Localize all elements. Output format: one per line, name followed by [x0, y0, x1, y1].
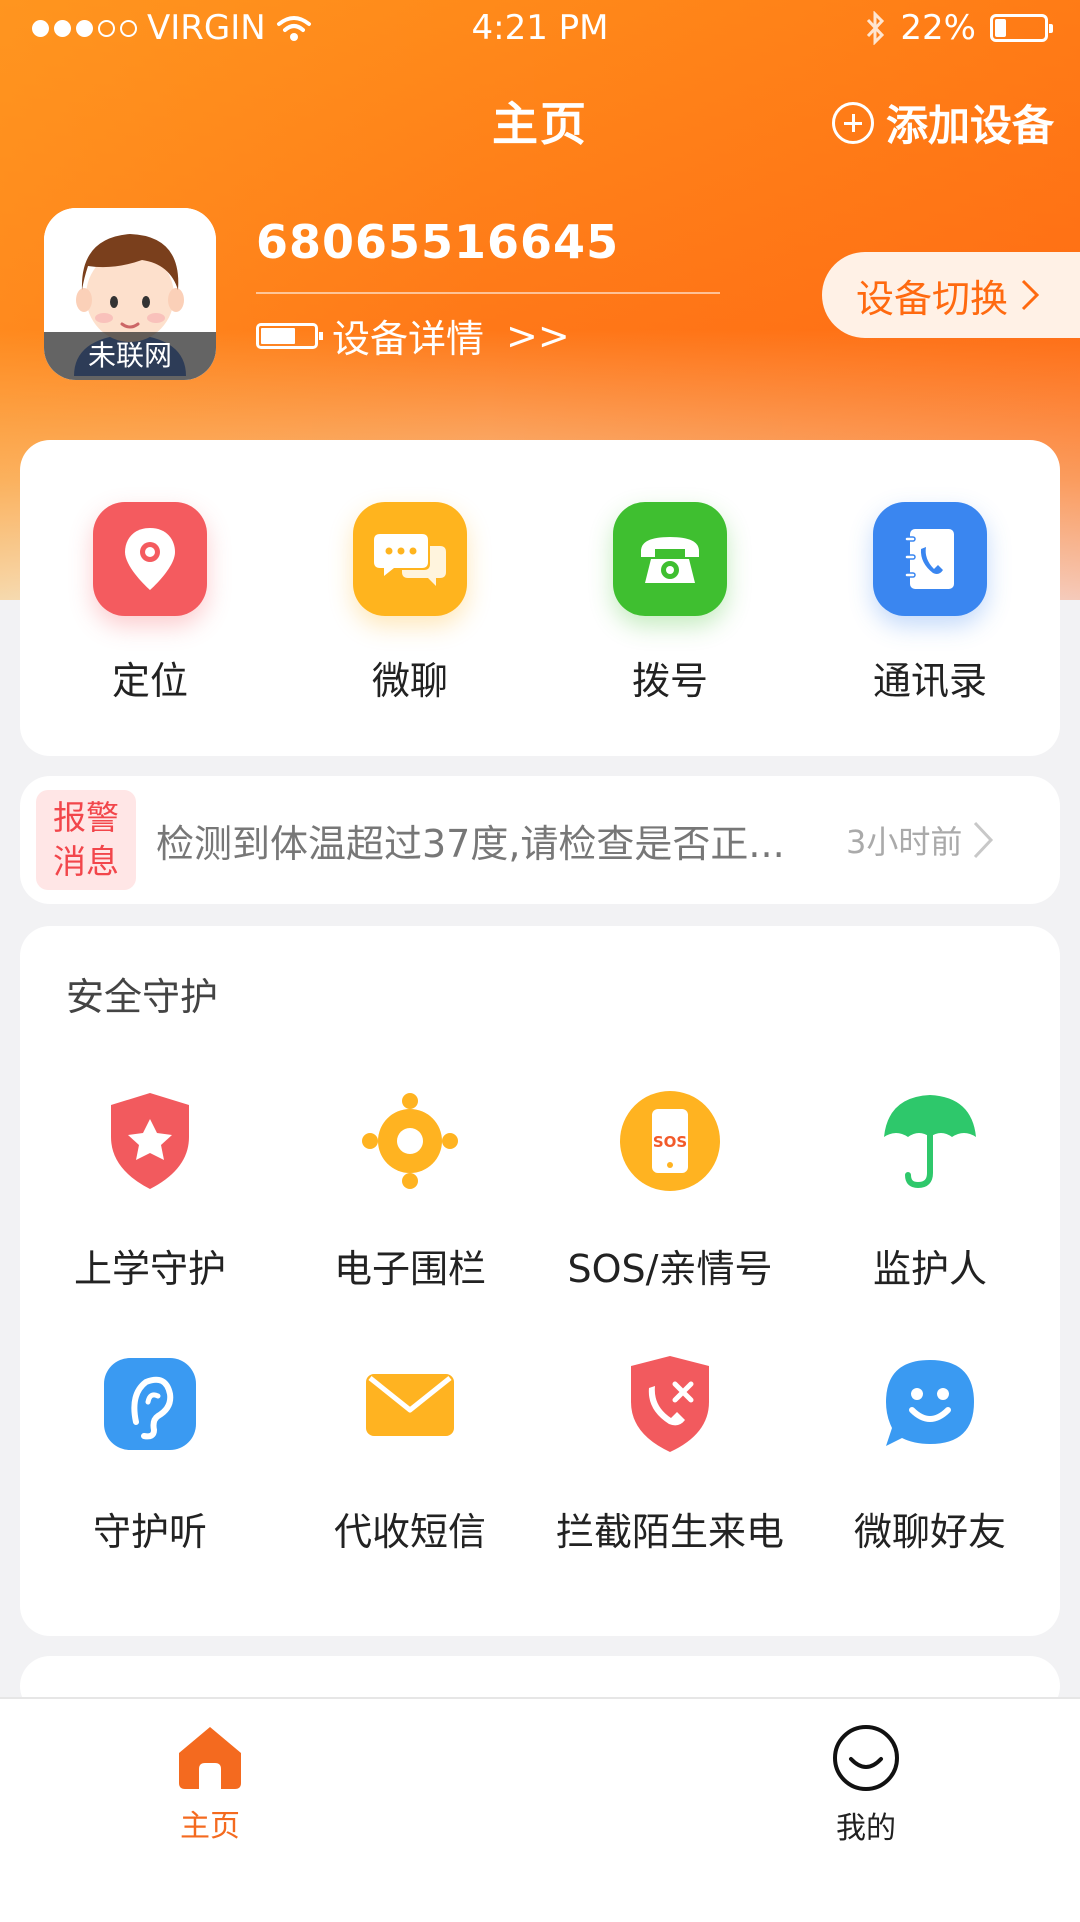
device-switch-button[interactable]: 设备切换 [822, 252, 1080, 338]
fence-target-icon [355, 1086, 465, 1196]
feature-label: 监护人 [872, 1247, 987, 1291]
alert-message-row[interactable]: 报警消息 检测到体温超过37度,请检查是否正... 3小时前 [20, 776, 1060, 904]
feature-guardian[interactable]: 监护人 [800, 1086, 1060, 1293]
feature-label: 代收短信 [333, 1510, 486, 1554]
home-icon [179, 1727, 241, 1789]
feature-electronic-fence[interactable]: 电子围栏 [280, 1086, 540, 1293]
bottom-tab-bar: 主页 我的 [0, 1697, 1080, 1922]
battery-percent: 22% [900, 8, 976, 48]
feature-label: 拦截陌生来电 [555, 1510, 784, 1554]
add-device-label: 添加设备 [885, 101, 1054, 150]
shield-star-icon [95, 1086, 205, 1196]
device-battery-icon [256, 322, 323, 349]
double-chevron-icon: >> [506, 313, 570, 358]
location-pin-icon [93, 502, 207, 616]
feature-label: SOS/亲情号 [567, 1247, 773, 1291]
device-battery-fill [261, 327, 295, 344]
umbrella-icon [875, 1086, 985, 1196]
tab-mine[interactable]: 我的 [786, 1723, 946, 1847]
feature-school-guard[interactable]: 上学守护 [20, 1086, 280, 1293]
chat-bubbles-icon [353, 502, 467, 616]
smiley-face-icon [833, 1725, 899, 1791]
bluetooth-icon [867, 11, 885, 45]
safety-guard-card: 安全守护 上学守护 电子围栏 SOS SOS/亲情号 监护人 守护听 代收短信 … [20, 926, 1060, 1636]
alert-message-text: 检测到体温超过37度,请检查是否正... [156, 821, 785, 866]
battery-icon [990, 14, 1053, 42]
call-block-shield-icon [615, 1349, 725, 1459]
chevron-right-icon [974, 821, 994, 859]
quick-actions-card: 定位 微聊 拨号 通讯录 [20, 440, 1060, 756]
feature-label: 守护听 [92, 1510, 207, 1554]
device-number: 68065516645 [256, 215, 620, 269]
alert-time: 3小时前 [846, 823, 963, 861]
safety-feature-grid: 上学守护 电子围栏 SOS SOS/亲情号 监护人 守护听 代收短信 拦截陌生来… [20, 1086, 1060, 1556]
telephone-icon [613, 502, 727, 616]
feature-label: 微聊好友 [853, 1510, 1006, 1554]
feature-chat-friends[interactable]: 微聊好友 [800, 1349, 1060, 1556]
alert-tag: 报警消息 [36, 790, 136, 890]
battery-fill [995, 19, 1006, 37]
divider [256, 292, 720, 294]
device-online-status: 未联网 [44, 332, 216, 380]
feature-guard-listen[interactable]: 守护听 [20, 1349, 280, 1556]
feature-sos-family[interactable]: SOS SOS/亲情号 [540, 1086, 800, 1293]
quick-action-label: 拨号 [631, 659, 708, 703]
svg-text:SOS: SOS [653, 1133, 687, 1151]
device-detail-link[interactable]: 设备详情 >> [256, 308, 570, 363]
status-right: 22% [864, 8, 1053, 48]
sos-phone-icon: SOS [615, 1086, 725, 1196]
avatar[interactable]: 未联网 [44, 208, 216, 380]
feature-label: 上学守护 [73, 1247, 226, 1291]
status-bar: VIRGIN 4:21 PM 22% [0, 0, 1080, 60]
device-detail-label: 设备详情 [332, 317, 485, 361]
quick-action-label: 微聊 [371, 659, 448, 703]
ear-icon [95, 1349, 205, 1459]
device-switch-label: 设备切换 [856, 276, 1009, 321]
feature-sms-collect[interactable]: 代收短信 [280, 1349, 540, 1556]
contact-book-icon [873, 502, 987, 616]
quick-action-label: 定位 [111, 659, 188, 703]
tab-mine-label: 我的 [836, 1811, 896, 1846]
section-title: 安全守护 [66, 975, 219, 1019]
add-device-button[interactable]: 添加设备 [831, 92, 1054, 153]
envelope-icon [355, 1349, 465, 1459]
quick-action-location[interactable]: 定位 [20, 440, 280, 756]
quick-action-chat[interactable]: 微聊 [280, 440, 540, 756]
quick-action-contacts[interactable]: 通讯录 [800, 440, 1060, 756]
chevron-right-icon [1021, 279, 1040, 311]
add-circle-icon [831, 101, 874, 144]
smiley-chat-icon [875, 1349, 985, 1459]
feature-label: 电子围栏 [333, 1247, 486, 1291]
quick-action-label: 通讯录 [872, 659, 987, 703]
quick-action-dial[interactable]: 拨号 [540, 440, 800, 756]
tab-home-label: 主页 [180, 1809, 240, 1844]
tab-home[interactable]: 主页 [130, 1723, 290, 1845]
feature-block-strange-calls[interactable]: 拦截陌生来电 [540, 1349, 800, 1556]
